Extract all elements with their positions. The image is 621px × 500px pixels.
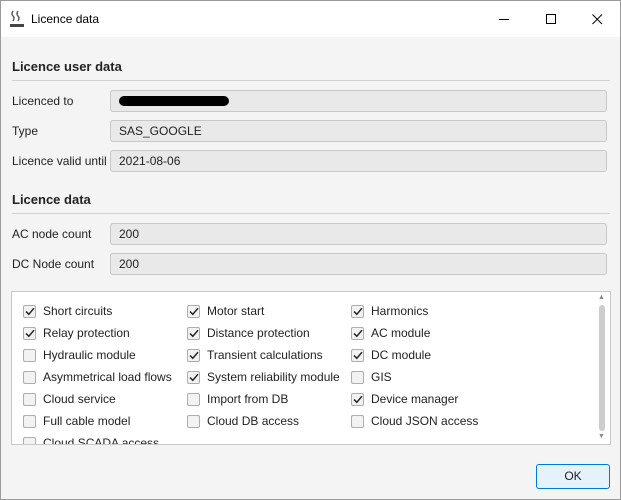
module-label: Cloud service — [43, 392, 116, 406]
module-label: Cloud DB access — [207, 414, 300, 428]
module-checkbox[interactable]: Asymmetrical load flows — [23, 368, 172, 386]
licenced-to-label: Licenced to — [12, 94, 74, 108]
scrollbar-thumb[interactable] — [599, 305, 605, 431]
title-bar[interactable]: Licence data — [1, 1, 620, 37]
module-checkbox[interactable]: Hydraulic module — [23, 346, 136, 364]
vertical-scrollbar[interactable]: ▲ ▼ — [596, 293, 609, 443]
checkbox-checked-icon[interactable] — [23, 326, 36, 340]
dialog-content: Licence user data Licenced to Type SAS_G… — [1, 37, 620, 499]
section-divider — [12, 213, 610, 214]
minimize-button[interactable] — [481, 1, 527, 37]
checkbox-checked-icon[interactable] — [23, 304, 36, 318]
checkbox-unchecked-icon[interactable] — [23, 370, 36, 384]
checkbox-unchecked-icon[interactable] — [23, 348, 36, 362]
module-checkbox[interactable]: Motor start — [187, 302, 264, 320]
scroll-down-icon[interactable]: ▼ — [598, 433, 605, 440]
module-label: System reliability module — [207, 370, 340, 384]
module-checkbox[interactable]: Short circuits — [23, 302, 112, 320]
app-logo-icon — [10, 10, 24, 27]
module-label: Cloud SCADA access — [43, 436, 160, 445]
module-label: Relay protection — [43, 326, 130, 340]
checkbox-checked-icon[interactable] — [187, 370, 200, 384]
dc-node-count-label: DC Node count — [12, 257, 95, 271]
checkbox-checked-icon[interactable] — [351, 326, 364, 340]
minimize-icon — [498, 18, 509, 20]
checkbox-checked-icon[interactable] — [187, 304, 200, 318]
module-checkbox[interactable]: Device manager — [351, 390, 458, 408]
window-title: Licence data — [31, 12, 100, 26]
module-checkbox[interactable]: Cloud SCADA access — [23, 434, 160, 445]
checkbox-checked-icon[interactable] — [351, 348, 364, 362]
module-checkbox[interactable]: AC module — [351, 324, 430, 342]
licenced-to-field — [110, 90, 607, 112]
checkbox-unchecked-icon[interactable] — [187, 414, 200, 428]
module-checkbox[interactable]: Cloud service — [23, 390, 116, 408]
module-label: Full cable model — [43, 414, 131, 428]
ac-node-count-field: 200 — [110, 223, 607, 245]
module-checkbox[interactable]: Full cable model — [23, 412, 130, 430]
scroll-up-icon[interactable]: ▲ — [598, 294, 605, 301]
ac-node-count-label: AC node count — [12, 227, 92, 241]
maximize-button[interactable] — [528, 1, 574, 37]
licence-user-data-heading: Licence user data — [12, 59, 122, 74]
module-label: Import from DB — [207, 392, 289, 406]
maximize-icon — [545, 13, 556, 24]
module-label: Short circuits — [43, 304, 113, 318]
module-checkbox[interactable]: Harmonics — [351, 302, 428, 320]
module-label: Harmonics — [371, 304, 429, 318]
module-label: Transient calculations — [207, 348, 323, 362]
module-checkbox[interactable]: DC module — [351, 346, 431, 364]
licence-valid-until-field: 2021-08-06 — [110, 150, 607, 172]
module-checkbox[interactable]: Distance protection — [187, 324, 310, 342]
checkbox-unchecked-icon[interactable] — [23, 414, 36, 428]
module-checkbox[interactable]: Import from DB — [187, 390, 288, 408]
type-field: SAS_GOOGLE — [110, 120, 607, 142]
checkbox-checked-icon[interactable] — [351, 304, 364, 318]
licence-valid-until-label: Licence valid until — [12, 154, 107, 168]
licence-dialog: Licence data Licence user data Licenced … — [0, 0, 621, 500]
module-label: Device manager — [371, 392, 459, 406]
checkbox-unchecked-icon[interactable] — [187, 392, 200, 406]
licence-data-heading: Licence data — [12, 192, 91, 207]
module-checkbox[interactable]: Relay protection — [23, 324, 130, 342]
modules-list[interactable]: Short circuits Motor start Harmonics Relay … — [11, 291, 611, 445]
module-label: AC module — [371, 326, 431, 340]
module-label: Hydraulic module — [43, 348, 136, 362]
module-checkbox[interactable]: Cloud JSON access — [351, 412, 478, 430]
section-divider — [12, 80, 610, 81]
module-checkbox[interactable]: Cloud DB access — [187, 412, 299, 430]
module-label: Distance protection — [207, 326, 310, 340]
module-label: Asymmetrical load flows — [43, 370, 172, 384]
module-checkbox[interactable]: Transient calculations — [187, 346, 323, 364]
module-label: Cloud JSON access — [371, 414, 479, 428]
close-button[interactable] — [574, 1, 620, 37]
checkbox-unchecked-icon[interactable] — [351, 370, 364, 384]
ok-button[interactable]: OK — [536, 464, 610, 489]
module-checkbox[interactable]: System reliability module — [187, 368, 340, 386]
module-label: GIS — [371, 370, 392, 384]
module-checkbox[interactable]: GIS — [351, 368, 392, 386]
checkbox-checked-icon[interactable] — [351, 392, 364, 406]
close-icon — [591, 13, 602, 24]
type-label: Type — [12, 124, 39, 138]
checkbox-unchecked-icon[interactable] — [23, 392, 36, 406]
checkbox-unchecked-icon[interactable] — [351, 414, 364, 428]
checkbox-unchecked-icon[interactable] — [23, 436, 36, 444]
checkbox-checked-icon[interactable] — [187, 326, 200, 340]
redaction-mark — [119, 96, 229, 106]
checkbox-checked-icon[interactable] — [187, 348, 200, 362]
dc-node-count-field: 200 — [110, 253, 607, 275]
module-label: Motor start — [207, 304, 265, 318]
module-label: DC module — [371, 348, 432, 362]
